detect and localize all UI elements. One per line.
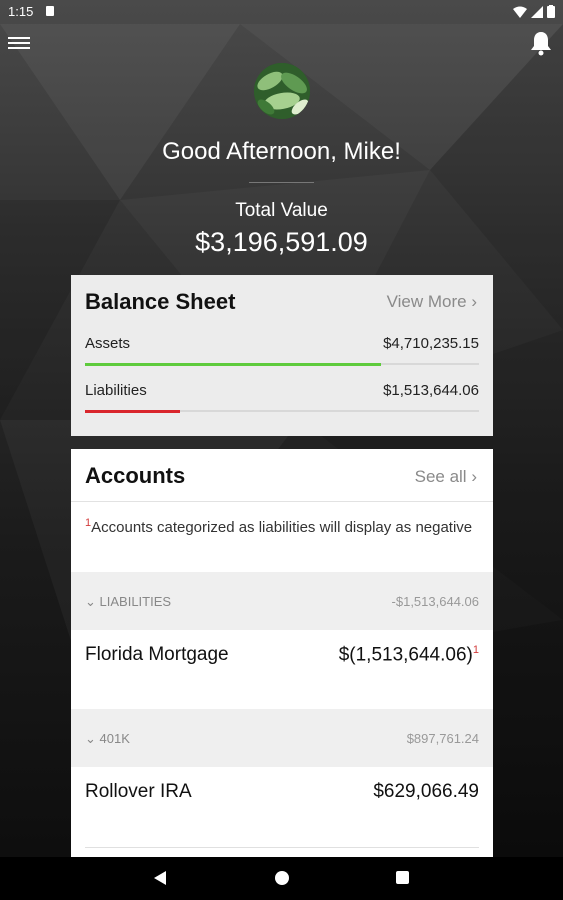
- group-label: ⌄ LIABILITIES: [85, 594, 171, 610]
- accounts-header: Accounts See all ›: [71, 449, 493, 502]
- account-name: Rollover IRA: [85, 781, 192, 802]
- group-name: LIABILITIES: [99, 594, 172, 609]
- liabilities-label: Liabilities: [85, 382, 147, 399]
- total-value-label: Total Value: [235, 200, 328, 221]
- accounts-card: Accounts See all › 1Accounts categorized…: [71, 449, 493, 857]
- battery-icon: [547, 5, 555, 18]
- row-divider: [85, 847, 479, 848]
- group-total: $897,761.24: [406, 731, 479, 746]
- bell-icon[interactable]: [529, 30, 553, 56]
- back-triangle-icon[interactable]: [154, 871, 166, 885]
- recent-apps-square-icon[interactable]: [396, 871, 409, 884]
- system-navigation-bar: [0, 857, 563, 900]
- balance-sheet-title: Balance Sheet: [85, 289, 236, 314]
- assets-bar-track: [85, 362, 479, 366]
- group-label: ⌄ 401K: [85, 731, 130, 747]
- leaf-avatar-image: [254, 63, 310, 119]
- group-total: -$1,513,644.06: [391, 594, 479, 609]
- home-circle-icon[interactable]: [275, 871, 289, 885]
- account-value: $629,066.49: [373, 781, 479, 802]
- chevron-down-icon: ⌄: [85, 731, 96, 746]
- group-header-401k[interactable]: ⌄ 401K $897,761.24: [71, 709, 493, 767]
- account-row-rollover-ira[interactable]: Rollover IRA $629,066.49: [71, 767, 493, 845]
- status-time: 1:15: [8, 4, 34, 19]
- liabilities-value: $1,513,644.06: [383, 382, 479, 399]
- view-more-link[interactable]: View More ›: [387, 292, 477, 312]
- note-text: Accounts categorized as liabilities will…: [91, 519, 473, 536]
- view-more-label: View More: [386, 292, 467, 311]
- liabilities-bar-track: [85, 409, 479, 413]
- group-name: 401K: [99, 731, 130, 746]
- chevron-right-icon: ›: [471, 467, 477, 486]
- account-name: Florida Mortgage: [85, 644, 229, 665]
- chevron-down-icon: ⌄: [85, 594, 96, 609]
- avatar[interactable]: [254, 63, 310, 119]
- liabilities-note: 1Accounts categorized as liabilities wil…: [85, 513, 479, 538]
- greeting-text: Good Afternoon, Mike!: [162, 138, 401, 165]
- chevron-right-icon: ›: [471, 292, 477, 311]
- see-all-link[interactable]: See all ›: [415, 467, 477, 487]
- header-divider: [249, 182, 314, 183]
- hamburger-menu-icon[interactable]: [8, 34, 30, 52]
- status-bar: 1:15: [0, 0, 563, 24]
- total-value-amount: $3,196,591.09: [195, 227, 368, 257]
- account-value-amount: $(1,513,644.06): [338, 644, 473, 666]
- assets-bar-fill: [85, 362, 381, 366]
- accounts-title: Accounts: [85, 463, 186, 488]
- signal-icon: [531, 5, 543, 18]
- balance-sheet-card: Balance Sheet View More › Assets $4,710,…: [71, 275, 493, 436]
- see-all-label: See all: [414, 467, 467, 486]
- assets-value: $4,710,235.15: [383, 335, 479, 352]
- account-row-florida-mortgage[interactable]: Florida Mortgage $(1,513,644.06)1: [71, 630, 493, 708]
- wifi-icon: [513, 6, 527, 18]
- sd-card-icon: [46, 6, 54, 16]
- status-icons: [513, 5, 555, 18]
- liabilities-bar-fill: [85, 409, 180, 413]
- assets-label: Assets: [85, 335, 131, 352]
- account-value-marker: 1: [472, 644, 479, 656]
- group-header-liabilities[interactable]: ⌄ LIABILITIES -$1,513,644.06: [71, 572, 493, 630]
- account-value: $(1,513,644.06)1: [339, 644, 479, 666]
